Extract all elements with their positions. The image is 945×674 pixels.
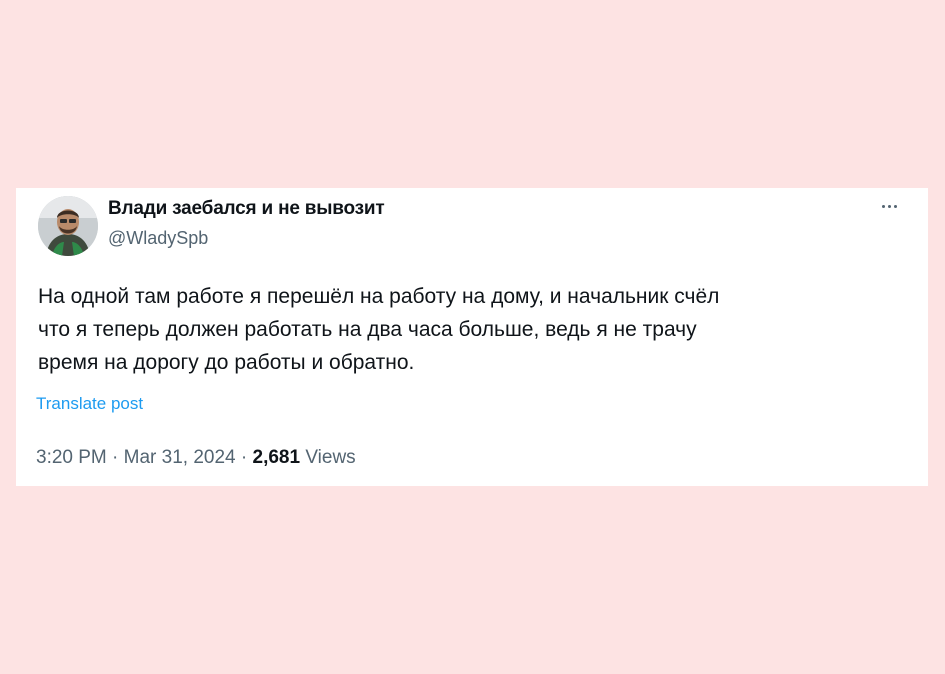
- tweet-text-line: На одной там работе я перешёл на работу …: [38, 285, 720, 308]
- views-label: Views: [305, 447, 356, 468]
- tweet-metadata: 3:20 PM · Mar 31, 2024 · 2,681 Views: [36, 447, 356, 469]
- tweet-time[interactable]: 3:20 PM: [36, 447, 107, 468]
- author-handle[interactable]: @WladySpb: [108, 228, 208, 249]
- views-count: 2,681: [252, 447, 301, 468]
- avatar-image: [38, 196, 98, 256]
- avatar[interactable]: [38, 196, 98, 256]
- more-horizontal-icon: [893, 204, 897, 208]
- tweet-date[interactable]: Mar 31, 2024: [124, 447, 236, 468]
- tweet-text: На одной там работе я перешёл на работу …: [38, 280, 908, 379]
- tweet-text-line: что я теперь должен работать на два часа…: [38, 318, 697, 341]
- more-options-button[interactable]: [874, 196, 904, 216]
- tweet-card: Влади заебался и не вывозит @WladySpb На…: [16, 188, 928, 486]
- translate-post-link[interactable]: Translate post: [36, 394, 143, 414]
- more-horizontal-icon: [887, 204, 891, 208]
- separator: ·: [112, 447, 119, 468]
- tweet-text-line: время на дорогу до работы и обратно.: [38, 351, 415, 374]
- author-name[interactable]: Влади заебался и не вывозит: [108, 198, 385, 220]
- separator: ·: [240, 447, 248, 468]
- more-horizontal-icon: [881, 204, 885, 208]
